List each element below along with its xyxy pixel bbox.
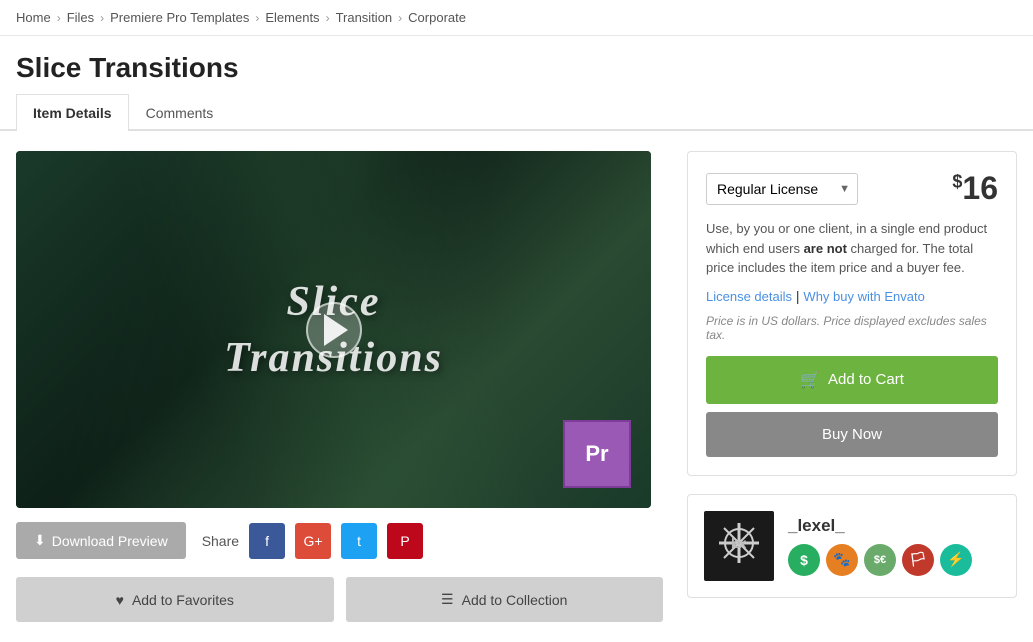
premiere-badge-text: Pr [585, 441, 608, 467]
why-envato-link[interactable]: Why buy with Envato [803, 289, 924, 304]
add-to-cart-button[interactable]: 🛒 Add to Cart [706, 356, 998, 404]
twitter-share-button[interactable]: t [341, 523, 377, 559]
license-select-wrapper: Regular License Extended License [706, 173, 858, 205]
license-tax-note: Price is in US dollars. Price displayed … [706, 314, 998, 342]
breadcrumb-corporate[interactable]: Corporate [408, 10, 466, 25]
author-avatar[interactable]: lex [704, 511, 774, 581]
tab-comments[interactable]: Comments [129, 94, 231, 131]
badge-sales: $ [788, 544, 820, 576]
breadcrumb-files[interactable]: Files [67, 10, 94, 25]
price-display: $16 [952, 170, 998, 207]
badge-flag: 🏳 [902, 544, 934, 576]
action-buttons: ♥ Add to Favorites ☰ Add to Collection [16, 577, 663, 622]
add-to-favorites-button[interactable]: ♥ Add to Favorites [16, 577, 334, 622]
download-preview-button[interactable]: ⬇ Download Preview [16, 522, 186, 559]
google-plus-share-button[interactable]: G+ [295, 523, 331, 559]
download-preview-label: Download Preview [52, 533, 168, 549]
breadcrumb-sep4: › [326, 11, 330, 25]
author-badges: $ 🐾 $€ 🏳 ⚡ [788, 544, 972, 576]
breadcrumb-home[interactable]: Home [16, 10, 51, 25]
author-avatar-logo: lex [709, 513, 769, 579]
badge-paw: 🐾 [826, 544, 858, 576]
download-icon: ⬇ [34, 532, 46, 549]
google-plus-icon: G+ [304, 533, 323, 549]
svg-text:lex: lex [731, 535, 747, 551]
facebook-icon: f [265, 533, 269, 549]
breadcrumb-sep5: › [398, 11, 402, 25]
breadcrumb-sep3: › [255, 11, 259, 25]
page-title: Slice Transitions [0, 36, 1033, 94]
breadcrumb-sep: › [57, 11, 61, 25]
author-name: _lexel_ [788, 516, 972, 536]
main-content: Slice Transitions Pr ⬇ Download Preview … [0, 131, 1033, 642]
share-label: Share [202, 533, 239, 549]
badge-eu: $€ [864, 544, 896, 576]
tabs-container: Item Details Comments [0, 94, 1033, 131]
badge-bolt: ⚡ [940, 544, 972, 576]
license-links: License details | Why buy with Envato [706, 288, 998, 304]
left-panel: Slice Transitions Pr ⬇ Download Preview … [16, 151, 663, 622]
breadcrumb-premiere[interactable]: Premiere Pro Templates [110, 10, 249, 25]
breadcrumb-elements[interactable]: Elements [265, 10, 319, 25]
heart-icon: ♥ [116, 592, 124, 608]
breadcrumb-transition[interactable]: Transition [336, 10, 393, 25]
price-symbol: $ [952, 171, 962, 191]
play-icon [324, 314, 348, 346]
add-to-collection-button[interactable]: ☰ Add to Collection [346, 577, 664, 622]
premiere-badge: Pr [563, 420, 631, 488]
right-panel: Regular License Extended License $16 Use… [687, 151, 1017, 622]
buy-now-label: Buy Now [822, 426, 882, 443]
play-button[interactable] [306, 302, 362, 358]
author-box: lex _lexel_ $ 🐾 $€ 🏳 ⚡ [687, 494, 1017, 598]
license-desc-bold: are not [804, 241, 847, 256]
breadcrumb-sep2: › [100, 11, 104, 25]
twitter-icon: t [357, 533, 361, 549]
video-container[interactable]: Slice Transitions Pr [16, 151, 651, 508]
breadcrumb: Home › Files › Premiere Pro Templates › … [0, 0, 1033, 36]
add-favorites-label: Add to Favorites [132, 592, 234, 608]
collection-icon: ☰ [441, 591, 454, 608]
license-description: Use, by you or one client, in a single e… [706, 219, 998, 278]
purchase-box: Regular License Extended License $16 Use… [687, 151, 1017, 476]
pinterest-icon: P [400, 533, 409, 549]
add-collection-label: Add to Collection [462, 592, 568, 608]
price-value: $16 [952, 170, 998, 206]
license-details-link[interactable]: License details [706, 289, 792, 304]
add-to-cart-label: Add to Cart [828, 371, 904, 388]
author-info: _lexel_ $ 🐾 $€ 🏳 ⚡ [788, 516, 972, 576]
video-actions: ⬇ Download Preview Share f G+ t P [16, 522, 663, 559]
buy-now-button[interactable]: Buy Now [706, 412, 998, 457]
tab-item-details[interactable]: Item Details [16, 94, 129, 131]
license-row: Regular License Extended License $16 [706, 170, 998, 207]
license-select[interactable]: Regular License Extended License [706, 173, 858, 205]
cart-icon: 🛒 [800, 370, 820, 390]
facebook-share-button[interactable]: f [249, 523, 285, 559]
pinterest-share-button[interactable]: P [387, 523, 423, 559]
